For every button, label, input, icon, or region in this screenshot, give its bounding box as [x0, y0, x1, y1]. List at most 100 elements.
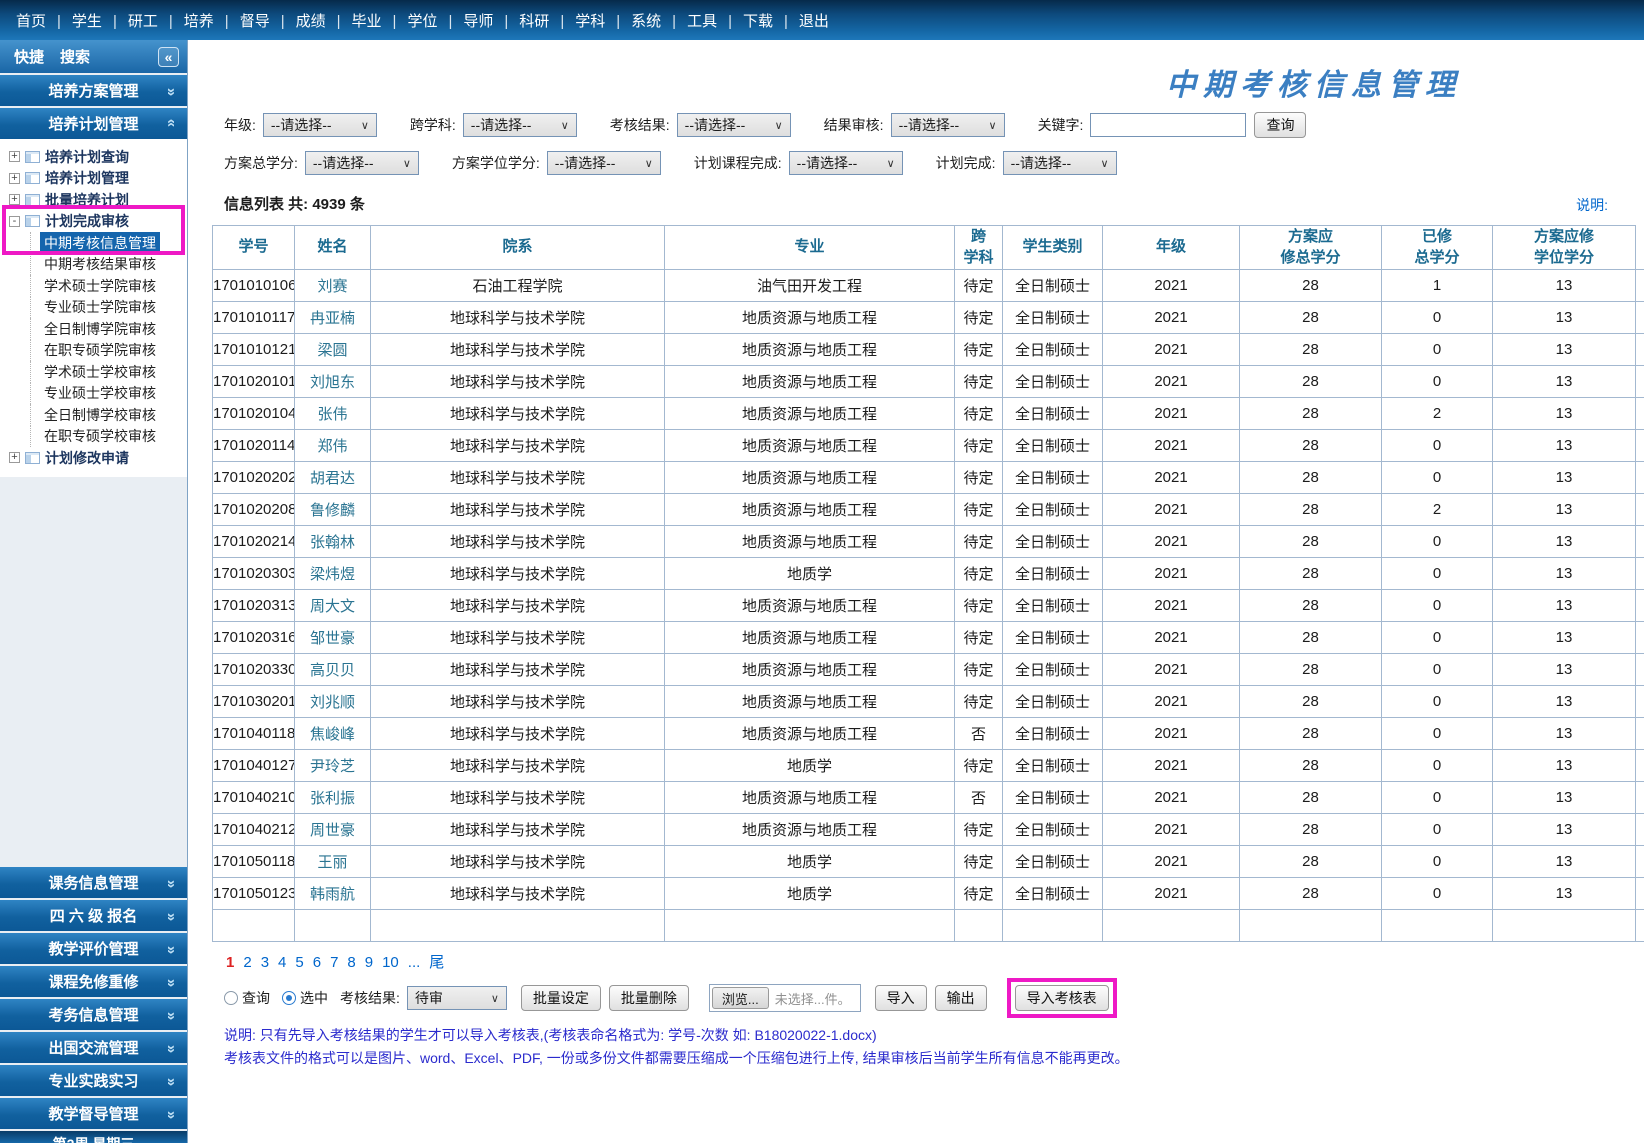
batch-delete-button[interactable]: 批量删除: [609, 985, 689, 1011]
filter-select[interactable]: --请选择-- ∨: [891, 113, 1005, 137]
browse-button[interactable]: 浏览...: [712, 987, 769, 1009]
tree-leaf-link[interactable]: 全日制博学校审核: [40, 404, 160, 426]
result-select[interactable]: 待审 ∨: [407, 986, 507, 1010]
sidebar-section[interactable]: 课程免修重修 »: [0, 966, 187, 997]
student-name-link[interactable]: 梁圆: [317, 342, 347, 359]
tree-branch[interactable]: + 批量培养计划: [0, 189, 187, 211]
student-name-link[interactable]: 鲁修麟: [310, 502, 355, 519]
filter-select[interactable]: --请选择-- ∨: [263, 113, 377, 137]
batch-set-button[interactable]: 批量设定: [521, 985, 601, 1011]
page-link[interactable]: 1: [226, 954, 234, 971]
top-menu-item[interactable]: 学位: [407, 10, 463, 31]
top-menu-item[interactable]: 首页: [16, 10, 72, 31]
top-menu-item[interactable]: 督导: [240, 10, 296, 31]
student-name-link[interactable]: 胡君达: [310, 470, 355, 487]
page-link[interactable]: 尾: [429, 954, 444, 971]
tree-branch[interactable]: + 计划修改申请: [0, 447, 187, 469]
expand-toggle-icon[interactable]: +: [9, 452, 20, 463]
tree-leaf-link[interactable]: 学术硕士学校审核: [40, 361, 160, 383]
tree-leaf-link[interactable]: 在职专硕学院审核: [40, 339, 160, 361]
filter-select[interactable]: --请选择-- ∨: [1003, 151, 1117, 175]
page-link[interactable]: 5: [295, 954, 303, 971]
top-menu-item[interactable]: 培养: [184, 10, 240, 31]
sidebar-section[interactable]: 教学督导管理 »: [0, 1098, 187, 1129]
page-link[interactable]: 3: [261, 954, 269, 971]
keyword-input[interactable]: [1090, 113, 1246, 137]
tree-leaf-link[interactable]: 中期考核信息管理: [40, 232, 160, 254]
top-menu-item[interactable]: 成绩: [296, 10, 352, 31]
tree-leaf-link[interactable]: 在职专硕学校审核: [40, 425, 160, 447]
filter-select[interactable]: --请选择-- ∨: [305, 151, 419, 175]
page-link[interactable]: 6: [313, 954, 321, 971]
student-name-link[interactable]: 冉亚楠: [310, 310, 355, 327]
filter-select[interactable]: --请选择-- ∨: [463, 113, 577, 137]
student-name-link[interactable]: 周世豪: [310, 822, 355, 839]
top-menu-item[interactable]: 系统: [631, 10, 687, 31]
page-link[interactable]: 8: [347, 954, 355, 971]
tree-leaf-link[interactable]: 中期考核结果审核: [40, 253, 160, 275]
student-name-link[interactable]: 邹世豪: [310, 630, 355, 647]
tree-leaf-link[interactable]: 专业硕士学院审核: [40, 296, 160, 318]
student-name-link[interactable]: 王丽: [317, 854, 347, 871]
student-name-link[interactable]: 张利振: [310, 790, 355, 807]
student-name-link[interactable]: 韩雨航: [310, 886, 355, 903]
filter-select[interactable]: --请选择-- ∨: [789, 151, 903, 175]
tree-branch-plan-completion-audit[interactable]: - 计划完成审核: [0, 211, 187, 233]
top-menu-item[interactable]: 学生: [72, 10, 128, 31]
top-menu-item[interactable]: 学科: [575, 10, 631, 31]
sidebar-collapse-icon[interactable]: «: [158, 47, 179, 67]
top-menu-item[interactable]: 毕业: [352, 10, 408, 31]
student-name-link[interactable]: 焦峻峰: [310, 726, 355, 743]
radio-selected[interactable]: [282, 991, 296, 1005]
quick-link[interactable]: 快捷: [14, 46, 44, 67]
sidebar-section-plan-scheme[interactable]: 培养方案管理 »: [0, 75, 187, 106]
student-name-link[interactable]: 刘赛: [317, 278, 347, 295]
page-link[interactable]: 2: [243, 954, 251, 971]
top-menu-item[interactable]: 工具: [687, 10, 743, 31]
tree-leaf-link[interactable]: 学术硕士学院审核: [40, 275, 160, 297]
export-button[interactable]: 输出: [935, 985, 987, 1011]
query-button[interactable]: 查询: [1254, 112, 1306, 138]
student-name-link[interactable]: 张伟: [317, 406, 347, 423]
sidebar-section-plan-manage[interactable]: 培养计划管理 »: [0, 108, 187, 139]
sidebar-section[interactable]: 课务信息管理 »: [0, 867, 187, 898]
top-menu-item[interactable]: 导师: [463, 10, 519, 31]
page-link[interactable]: ...: [408, 954, 421, 971]
sidebar-section[interactable]: 专业实践实习 »: [0, 1065, 187, 1096]
student-name-link[interactable]: 周大文: [310, 598, 355, 615]
student-name-link[interactable]: 郑伟: [317, 438, 347, 455]
radio-query[interactable]: [224, 991, 238, 1005]
top-menu-item[interactable]: 下载: [743, 10, 799, 31]
student-name-link[interactable]: 刘兆顺: [310, 694, 355, 711]
tree-leaf-link[interactable]: 全日制博学院审核: [40, 318, 160, 340]
import-assessment-form-button[interactable]: 导入考核表: [1015, 985, 1109, 1011]
expand-toggle-icon[interactable]: +: [9, 173, 20, 184]
top-menu-item[interactable]: 退出: [799, 10, 829, 31]
search-link[interactable]: 搜索: [60, 46, 90, 67]
page-link[interactable]: 4: [278, 954, 286, 971]
sidebar-section[interactable]: 考务信息管理 »: [0, 999, 187, 1030]
tree-leaf-link[interactable]: 专业硕士学校审核: [40, 382, 160, 404]
filter-select[interactable]: --请选择-- ∨: [677, 113, 791, 137]
student-name-link[interactable]: 梁炜煜: [310, 566, 355, 583]
filter-select[interactable]: --请选择-- ∨: [547, 151, 661, 175]
expand-toggle-icon[interactable]: +: [9, 151, 20, 162]
tree-branch[interactable]: + 培养计划查询: [0, 146, 187, 168]
import-button[interactable]: 导入: [875, 985, 927, 1011]
top-menu-item[interactable]: 研工: [128, 10, 184, 31]
student-name-link[interactable]: 尹玲芝: [310, 758, 355, 775]
sidebar-section[interactable]: 教学评价管理 »: [0, 933, 187, 964]
top-menu-item[interactable]: 科研: [519, 10, 575, 31]
page-link[interactable]: 7: [330, 954, 338, 971]
page-link[interactable]: 10: [382, 954, 399, 971]
student-name-link[interactable]: 高贝贝: [310, 662, 355, 679]
student-name-link[interactable]: 刘旭东: [310, 374, 355, 391]
page-link[interactable]: 9: [365, 954, 373, 971]
expand-toggle-icon[interactable]: +: [9, 194, 20, 205]
collapse-toggle-icon[interactable]: -: [9, 216, 20, 227]
student-name-link[interactable]: 张翰林: [310, 534, 355, 551]
tree-branch[interactable]: + 培养计划管理: [0, 168, 187, 190]
help-link[interactable]: 说明:: [1576, 195, 1608, 215]
sidebar-section[interactable]: 出国交流管理 »: [0, 1032, 187, 1063]
sidebar-section[interactable]: 四 六 级 报名 »: [0, 900, 187, 931]
